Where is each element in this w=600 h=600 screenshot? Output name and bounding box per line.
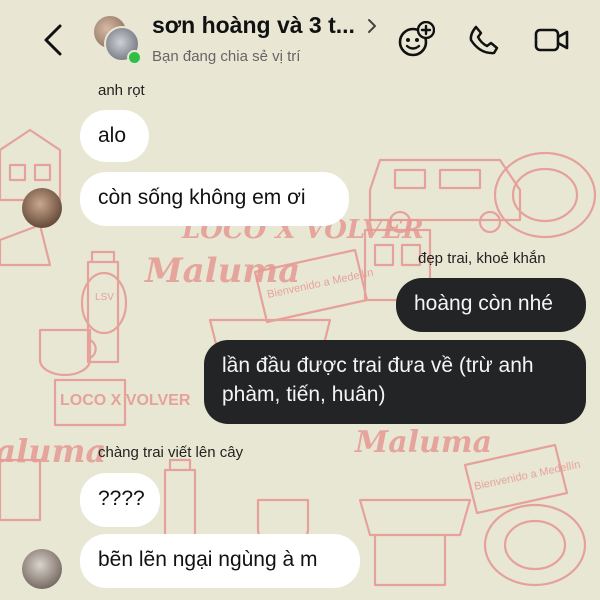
call-button[interactable]: [464, 20, 504, 60]
message-text: hoàng còn nhé: [414, 292, 553, 315]
back-button[interactable]: [36, 20, 70, 60]
video-call-button[interactable]: [532, 20, 572, 60]
chevron-left-icon: [44, 24, 62, 56]
message-bubble[interactable]: bẽn lẽn ngại ngùng à m: [80, 534, 360, 588]
chat-header: sơn hoàng và 3 t... Bạn đang chia sẻ vị …: [0, 0, 600, 78]
message-bubble[interactable]: ????: [80, 473, 160, 527]
message-bubble[interactable]: alo: [80, 110, 149, 162]
sender-name: anh rọt: [98, 82, 145, 99]
add-effect-icon: [398, 21, 435, 57]
message-bubble[interactable]: lần đầu được trai đưa về (trừ anh phàm, …: [204, 340, 586, 424]
video-camera-icon: [534, 28, 569, 52]
sender-avatar[interactable]: [22, 188, 62, 228]
sender-avatar[interactable]: [22, 549, 62, 589]
message-bubble[interactable]: còn sống không em ơi: [80, 172, 349, 226]
message-text: ????: [98, 487, 145, 510]
message-text: alo: [98, 124, 127, 147]
sender-name: chàng trai viết lên cây: [98, 444, 244, 461]
sender-name: đẹp trai, khoẻ khắn: [418, 250, 546, 267]
phone-icon: [469, 25, 499, 55]
add-effect-button[interactable]: [396, 20, 436, 60]
chat-subtitle: Bạn đang chia sẻ vị trí: [152, 48, 301, 65]
chevron-right-icon[interactable]: [366, 17, 378, 35]
wallpaper-maluma-text-2: Maluma: [354, 425, 492, 460]
wallpaper-lv-text: LSV: [95, 292, 114, 303]
chat-title[interactable]: sơn hoàng và 3 t...: [152, 12, 355, 39]
group-avatar[interactable]: [90, 14, 142, 65]
wallpaper-maluma-text: Maluma: [144, 251, 300, 291]
message-text: còn sống không em ơi: [98, 186, 306, 209]
wallpaper-maluma-text-3: Maluma: [0, 432, 106, 470]
wallpaper-loco-volver-text: LOCO X VOLVER: [60, 392, 191, 409]
online-status-dot: [127, 50, 142, 65]
message-bubble[interactable]: hoàng còn nhé: [396, 278, 586, 332]
message-text: lần đầu được trai đưa về (trừ anh phàm, …: [222, 354, 534, 406]
message-text: bẽn lẽn ngại ngùng à m: [98, 548, 318, 571]
